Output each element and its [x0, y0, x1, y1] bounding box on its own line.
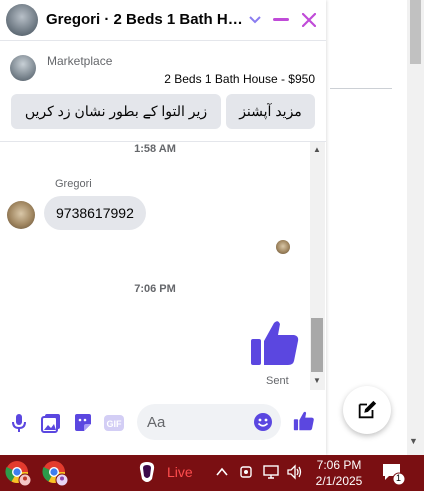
close-button[interactable] [297, 8, 321, 32]
timestamp: 7:06 PM [134, 283, 176, 295]
scroll-up-arrow[interactable]: ▲ [313, 145, 321, 154]
clock-time[interactable]: 7:06 PM [316, 458, 362, 472]
sender-name: Gregori [55, 178, 92, 190]
listing-thumbnail[interactable] [10, 55, 36, 81]
emoji-icon[interactable] [253, 412, 273, 432]
timestamp: 1:58 AM [134, 143, 176, 155]
thumbs-up-icon[interactable] [249, 317, 301, 369]
meet-now-icon[interactable] [239, 464, 255, 480]
minimize-icon [273, 18, 289, 21]
chat-window: Gregori · 2 Beds 1 Bath Ho... Marketplac… [0, 0, 326, 455]
microphone-icon [12, 414, 26, 432]
notification-count: 1 [396, 473, 402, 483]
message-input-placeholder: Aa [147, 414, 166, 431]
notification-icon [383, 464, 406, 486]
conversation-title[interactable]: Gregori · 2 Beds 1 Bath Ho... [46, 11, 244, 28]
seen-avatar [276, 240, 290, 254]
volume-icon[interactable] [286, 464, 304, 480]
more-options-button[interactable]: مزید آپشنز [226, 94, 315, 129]
network-icon[interactable] [262, 464, 280, 480]
clock-date[interactable]: 2/1/2025 [313, 474, 365, 488]
new-message-button[interactable] [343, 386, 391, 434]
sticker-icon [75, 414, 91, 431]
listing-title[interactable]: 2 Beds 1 Bath House - $950 [164, 72, 315, 86]
page-scrollbar[interactable] [407, 0, 424, 455]
chrome-profile-icon[interactable] [41, 459, 69, 487]
chrome-profile-icon[interactable] [4, 459, 32, 487]
photo-icon [41, 414, 60, 433]
scroll-down-arrow[interactable]: ▼ [313, 376, 321, 385]
compose-icon [358, 400, 377, 419]
chat-header: Gregori · 2 Beds 1 Bath Ho... [0, 0, 326, 41]
close-icon [302, 13, 316, 27]
page-scroll-down-arrow[interactable]: ▼ [409, 436, 418, 446]
minimize-button[interactable] [269, 8, 293, 32]
delivery-status: Sent [266, 375, 289, 387]
message-list: 1:58 AM Gregori 9738617992 7:06 PM Sent [0, 142, 310, 390]
conversation-avatar[interactable] [6, 4, 38, 36]
sender-avatar[interactable] [7, 201, 35, 229]
live-label[interactable]: Live [167, 464, 193, 480]
microphone-button[interactable] [8, 412, 30, 434]
composer: GIF Aa [0, 392, 326, 452]
mark-pending-button[interactable]: زیر التوا کے بطور نشان زد کریں [11, 94, 221, 129]
chevron-down-icon [249, 16, 261, 24]
page-divider [330, 88, 392, 89]
like-send-button[interactable] [293, 410, 315, 432]
notifications-button[interactable]: 1 [380, 460, 406, 486]
premier-league-icon[interactable] [136, 459, 158, 487]
page-scrollbar-thumb[interactable] [410, 0, 421, 64]
message-bubble[interactable]: 9738617992 [44, 196, 146, 230]
photo-button[interactable] [40, 412, 62, 434]
thumbs-up-icon [293, 411, 314, 431]
message-scrollbar-thumb[interactable] [311, 318, 323, 372]
taskbar: Live 7:06 PM 2/1/2025 1 [0, 455, 424, 491]
gif-icon: GIF [104, 415, 124, 431]
sticker-button[interactable] [72, 412, 94, 434]
marketplace-label: Marketplace [47, 54, 113, 68]
message-input[interactable]: Aa [137, 404, 281, 440]
marketplace-panel: Marketplace 2 Beds 1 Bath House - $950 ز… [0, 40, 326, 140]
gif-button[interactable]: GIF [103, 412, 125, 434]
chevron-up-icon[interactable] [215, 465, 229, 479]
svg-text:GIF: GIF [107, 419, 123, 429]
chevron-down-button[interactable] [243, 8, 267, 32]
